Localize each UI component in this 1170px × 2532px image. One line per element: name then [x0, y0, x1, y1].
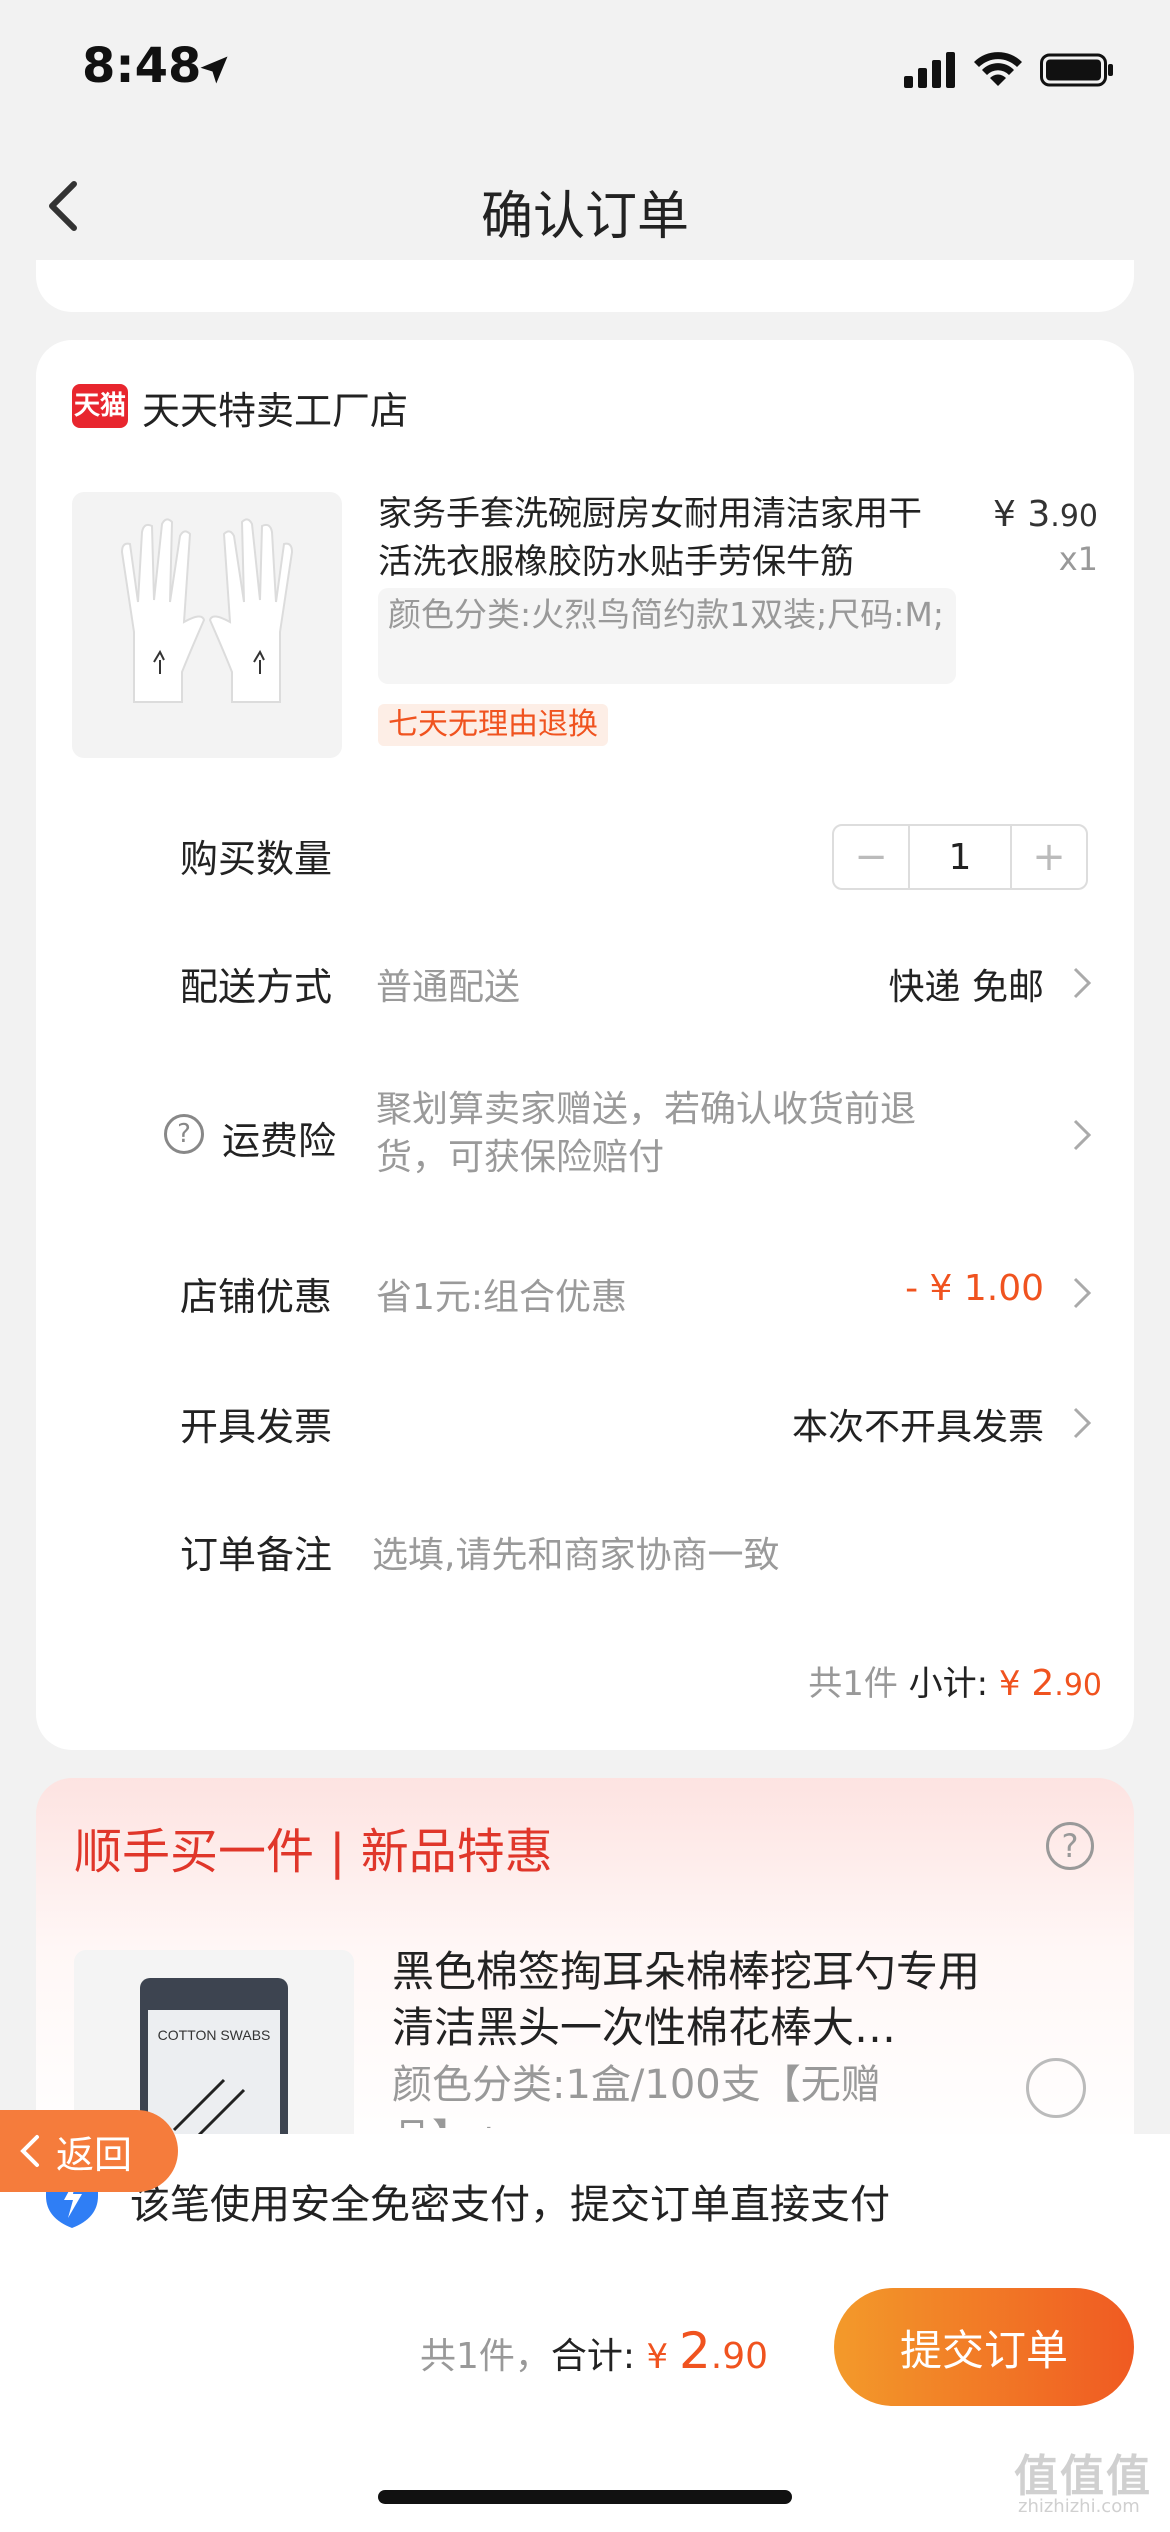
price-dec: .90	[1050, 499, 1098, 534]
swab-box-label: COTTON SWABS	[158, 2027, 271, 2043]
previous-card-bottom	[36, 260, 1134, 312]
status-indicators	[904, 52, 1114, 88]
location-arrow-icon	[200, 56, 228, 84]
price-int: 3	[1027, 494, 1051, 535]
page-title: 确认订单	[480, 187, 689, 247]
return-button[interactable]: 返回	[0, 2110, 178, 2192]
subtotal-dec: .90	[1054, 1668, 1102, 1703]
home-indicator[interactable]	[378, 2490, 792, 2504]
quantity-value[interactable]: 1	[908, 826, 1012, 888]
watermark-logo: 值值值	[1014, 2451, 1152, 2502]
total-int: 2	[678, 2322, 711, 2380]
order-total: 共1件，合计: ¥ 2.90	[420, 2322, 768, 2380]
total-label: 合计:	[550, 2336, 647, 2377]
subtotal: 共1件 小计: ¥ 2.90	[808, 1656, 1102, 1705]
quantity-stepper: − 1 +	[832, 824, 1088, 890]
invoice-label: 开具发票	[180, 1405, 333, 1449]
chevron-right-icon[interactable]	[1072, 1276, 1092, 1310]
submit-order-button[interactable]: 提交订单	[834, 2288, 1134, 2406]
subtotal-int: 2	[1031, 1663, 1055, 1704]
product-spec[interactable]: 颜色分类:火烈鸟简约款1双装;尺码:M;	[378, 588, 956, 684]
return-label: 返回	[56, 2132, 133, 2177]
increment-button[interactable]: +	[1012, 826, 1086, 888]
recommend-help-icon[interactable]: ?	[1046, 1822, 1094, 1870]
wifi-icon	[974, 52, 1022, 86]
cellular-signal-icon	[904, 52, 955, 88]
chevron-right-icon[interactable]	[1072, 966, 1092, 1000]
recommend-product-name[interactable]: 黑色棉签掏耳朵棉棒挖耳勺专用清洁黑头一次性棉花棒大…	[392, 1944, 992, 2056]
secure-payment-text: 该笔使用安全免密支付，提交订单直接支付	[130, 2182, 890, 2228]
discount-amount[interactable]: - ¥ 1.00	[905, 1268, 1044, 1309]
insurance-desc: 聚划算卖家赠送，若确认收货前退货，可获保险赔付	[376, 1089, 917, 1178]
back-chevron-icon	[20, 2135, 39, 2167]
invoice-option[interactable]: 本次不开具发票	[792, 1398, 1044, 1450]
subtotal-symbol: ¥	[998, 1664, 1032, 1704]
tmall-badge: 天猫	[72, 384, 128, 428]
chevron-right-icon[interactable]	[1072, 1406, 1092, 1440]
status-time: 8:48	[82, 38, 202, 94]
delivery-option[interactable]: 快递 免邮	[889, 958, 1044, 1010]
return-policy-tag: 七天无理由退换	[378, 704, 608, 746]
help-icon[interactable]: ?	[164, 1114, 204, 1154]
insurance-label: 运费险	[222, 1119, 337, 1163]
watermark-url: zhizhizhi.com	[1018, 2496, 1140, 2517]
total-dec: .90	[710, 2336, 769, 2377]
gloves-image-icon	[120, 518, 294, 703]
recommend-title: 顺手买一件 | 新品特惠	[74, 1824, 553, 1880]
decrement-button[interactable]: −	[834, 826, 908, 888]
product-quantity: x1	[1058, 540, 1098, 578]
discount-desc: 省1元:组合优惠	[376, 1277, 628, 1318]
delivery-label: 配送方式	[180, 965, 333, 1009]
delivery-method: 普通配送	[376, 967, 521, 1008]
recommend-product-spec: 颜色分类:1盒/100支【无赠品】+	[392, 2062, 881, 2128]
chevron-right-icon[interactable]	[1072, 1118, 1092, 1152]
subtotal-count: 共1件	[808, 1664, 909, 1704]
price-symbol: ¥	[993, 494, 1028, 535]
product-title[interactable]: 家务手套洗碗厨房女耐用清洁家用干活洗衣服橡胶防水贴手劳保牛筋	[378, 490, 938, 586]
product-image[interactable]	[72, 492, 342, 758]
recommend-select-radio[interactable]	[1026, 2058, 1086, 2118]
quantity-label: 购买数量	[180, 837, 333, 881]
order-note-label: 订单备注	[180, 1533, 333, 1577]
order-note-input[interactable]: 选填,请先和商家协商一致	[372, 1526, 779, 1578]
shop-name[interactable]: 天天特卖工厂店	[142, 380, 408, 435]
shop-discount-label: 店铺优惠	[180, 1275, 333, 1319]
total-symbol: ¥	[646, 2337, 679, 2377]
product-price: ¥ 3.90	[993, 494, 1098, 535]
battery-icon	[1040, 53, 1113, 87]
total-count: 共1件，	[420, 2336, 551, 2377]
subtotal-label: 小计:	[908, 1664, 999, 1704]
